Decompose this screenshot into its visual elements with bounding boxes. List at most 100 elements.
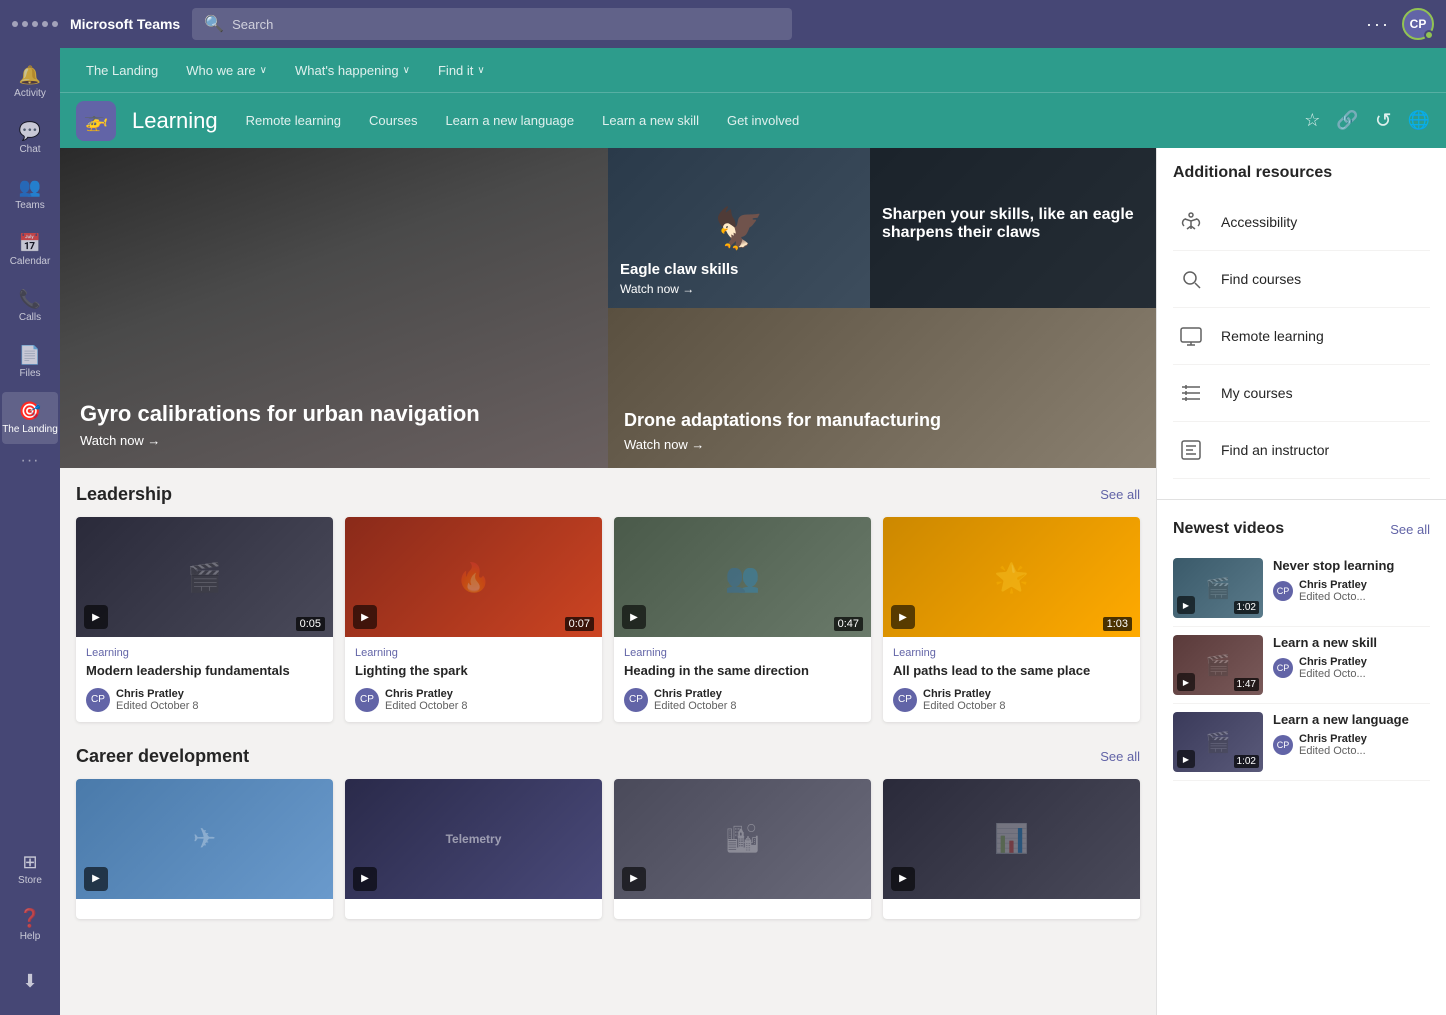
calendar-icon: 📅: [19, 233, 41, 254]
career-thumb-4: 📊 ▶: [883, 779, 1140, 899]
sidebar-more-dots[interactable]: ···: [21, 452, 40, 470]
user-avatar[interactable]: CP: [1402, 8, 1434, 40]
career-play-2[interactable]: ▶: [353, 867, 377, 891]
hero-drone-overlay: Drone adaptations for manufacturing Watc…: [624, 410, 941, 452]
resource-find-courses[interactable]: Find courses: [1173, 251, 1430, 308]
nav-who-we-are[interactable]: Who we are ∨: [176, 48, 277, 92]
nav-whats-happening[interactable]: What's happening ∨: [285, 48, 420, 92]
search-input[interactable]: [232, 17, 780, 32]
play-btn-3[interactable]: ▶: [622, 605, 646, 629]
newest-video-1[interactable]: 🎬 ▶ 1:02 Never stop learning CP Chris Pr…: [1173, 550, 1430, 627]
career-title: Career development: [76, 746, 249, 767]
main-content: Gyro calibrations for urban navigation W…: [60, 148, 1446, 1015]
hero-eagle-link[interactable]: Watch now →: [620, 282, 738, 296]
newest-author-edited-3: Edited Octo...: [1299, 745, 1367, 757]
career-play-3[interactable]: ▶: [622, 867, 646, 891]
hero-drone-link[interactable]: Watch now →: [624, 437, 941, 452]
learning-nav-language[interactable]: Learn a new language: [433, 107, 586, 134]
hero-eagle-card[interactable]: 🦅 Sharpen your skills, like an eagle sha…: [608, 148, 1156, 308]
newest-author-edited-2: Edited Octo...: [1299, 668, 1367, 680]
accessibility-icon: [1173, 204, 1209, 240]
sidebar-item-calendar[interactable]: 📅 Calendar: [2, 224, 58, 276]
author-avatar-4: CP: [893, 688, 917, 712]
files-label: Files: [19, 368, 40, 379]
career-see-all[interactable]: See all: [1100, 749, 1140, 764]
newest-duration-2: 1:47: [1234, 678, 1259, 691]
video-info-4: Learning All paths lead to the same plac…: [883, 637, 1140, 722]
video-card-modern-leadership[interactable]: 🎬 ▶ 0:05 Learning Modern leadership fund…: [76, 517, 333, 722]
sidebar-item-files[interactable]: 📄 Files: [2, 336, 58, 388]
hero-gyro-card[interactable]: Gyro calibrations for urban navigation W…: [60, 148, 608, 468]
who-chevron-icon: ∨: [260, 65, 267, 76]
refresh-icon[interactable]: ↺: [1375, 108, 1392, 133]
nav-find-it[interactable]: Find it ∨: [428, 48, 495, 92]
career-play-4[interactable]: ▶: [891, 867, 915, 891]
sidebar-item-the-landing[interactable]: 🎯 The Landing: [2, 392, 58, 444]
hero-gyro-link[interactable]: Watch now →: [80, 433, 480, 448]
resource-accessibility[interactable]: Accessibility: [1173, 194, 1430, 251]
learning-nav-involved[interactable]: Get involved: [715, 107, 811, 134]
author-info-2: Chris Pratley Edited October 8: [385, 688, 468, 712]
hero-gyro-title: Gyro calibrations for urban navigation: [80, 401, 480, 427]
author-info-3: Chris Pratley Edited October 8: [654, 688, 737, 712]
newest-author-avatar-1: CP: [1273, 581, 1293, 601]
additional-resources-section: Additional resources Accessibility: [1157, 148, 1446, 495]
activity-icon: 🔔: [19, 65, 41, 86]
newest-video-2[interactable]: 🎬 ▶ 1:47 Learn a new skill CP Chris Prat…: [1173, 627, 1430, 704]
calendar-label: Calendar: [10, 256, 51, 267]
help-label: Help: [20, 931, 41, 942]
favorite-icon[interactable]: ☆: [1304, 110, 1320, 131]
newest-see-all[interactable]: See all: [1390, 522, 1430, 537]
video-card-heading-same[interactable]: 👥 ▶ 0:47 Learning Heading in the same di…: [614, 517, 871, 722]
chat-icon: 💬: [19, 121, 41, 142]
globe-icon[interactable]: 🌐: [1408, 110, 1430, 131]
resource-remote-learning[interactable]: Remote learning: [1173, 308, 1430, 365]
additional-resources-title: Additional resources: [1173, 164, 1430, 182]
sidebar-item-activity[interactable]: 🔔 Activity: [2, 56, 58, 108]
play-btn-2[interactable]: ▶: [353, 605, 377, 629]
career-card-3[interactable]: 🏙 ▶: [614, 779, 871, 919]
career-card-4[interactable]: 📊 ▶: [883, 779, 1140, 919]
author-edited-4: Edited October 8: [923, 700, 1006, 712]
author-info-1: Chris Pratley Edited October 8: [116, 688, 199, 712]
remote-learning-icon: [1173, 318, 1209, 354]
resource-my-courses[interactable]: My courses: [1173, 365, 1430, 422]
sidebar-item-download[interactable]: ⬇: [2, 955, 58, 1007]
author-avatar-1: CP: [86, 688, 110, 712]
newest-video-3[interactable]: 🎬 ▶ 1:02 Learn a new language CP Chris P…: [1173, 704, 1430, 781]
learning-nav: Remote learning Courses Learn a new lang…: [234, 107, 1289, 134]
resource-find-instructor[interactable]: Find an instructor: [1173, 422, 1430, 479]
nav-findit-label: Find it: [438, 63, 473, 78]
search-bar[interactable]: 🔍: [192, 8, 792, 40]
newest-duration-3: 1:02: [1234, 755, 1259, 768]
title-ellipsis[interactable]: ···: [1366, 14, 1390, 35]
hero-drone-card[interactable]: Drone adaptations for manufacturing Watc…: [608, 308, 1156, 468]
sidebar-item-store[interactable]: ⊞ Store: [2, 843, 58, 895]
duration-3: 0:47: [834, 617, 863, 631]
career-play-1[interactable]: ▶: [84, 867, 108, 891]
calls-label: Calls: [19, 312, 41, 323]
career-card-2[interactable]: Telemetry ▶: [345, 779, 602, 919]
career-card-1[interactable]: ✈ ▶: [76, 779, 333, 919]
sidebar-item-calls[interactable]: 📞 Calls: [2, 280, 58, 332]
nav-the-landing[interactable]: The Landing: [76, 48, 168, 92]
learning-nav-skill[interactable]: Learn a new skill: [590, 107, 711, 134]
thumb-lighting-spark: 🔥 ▶ 0:07: [345, 517, 602, 637]
play-btn-1[interactable]: ▶: [84, 605, 108, 629]
learning-logo-icon: 🚁: [84, 108, 109, 133]
learning-nav-courses[interactable]: Courses: [357, 107, 429, 134]
sidebar-item-chat[interactable]: 💬 Chat: [2, 112, 58, 164]
telemetry-label: Telemetry: [446, 832, 502, 846]
sidebar-item-help[interactable]: ❓ Help: [2, 899, 58, 951]
author-1: CP Chris Pratley Edited October 8: [86, 688, 323, 712]
video-card-lighting-spark[interactable]: 🔥 ▶ 0:07 Learning Lighting the spark CP: [345, 517, 602, 722]
leadership-see-all[interactable]: See all: [1100, 487, 1140, 502]
share-link-icon[interactable]: 🔗: [1336, 110, 1358, 131]
play-btn-4[interactable]: ▶: [891, 605, 915, 629]
newest-thumb-1: 🎬 ▶ 1:02: [1173, 558, 1263, 618]
sidebar-item-teams[interactable]: 👥 Teams: [2, 168, 58, 220]
career-info-1: [76, 899, 333, 919]
newest-author-text-3: Chris Pratley Edited Octo...: [1299, 733, 1367, 757]
video-card-all-paths[interactable]: 🌟 ▶ 1:03 Learning All paths lead to the …: [883, 517, 1140, 722]
learning-nav-remote[interactable]: Remote learning: [234, 107, 353, 134]
